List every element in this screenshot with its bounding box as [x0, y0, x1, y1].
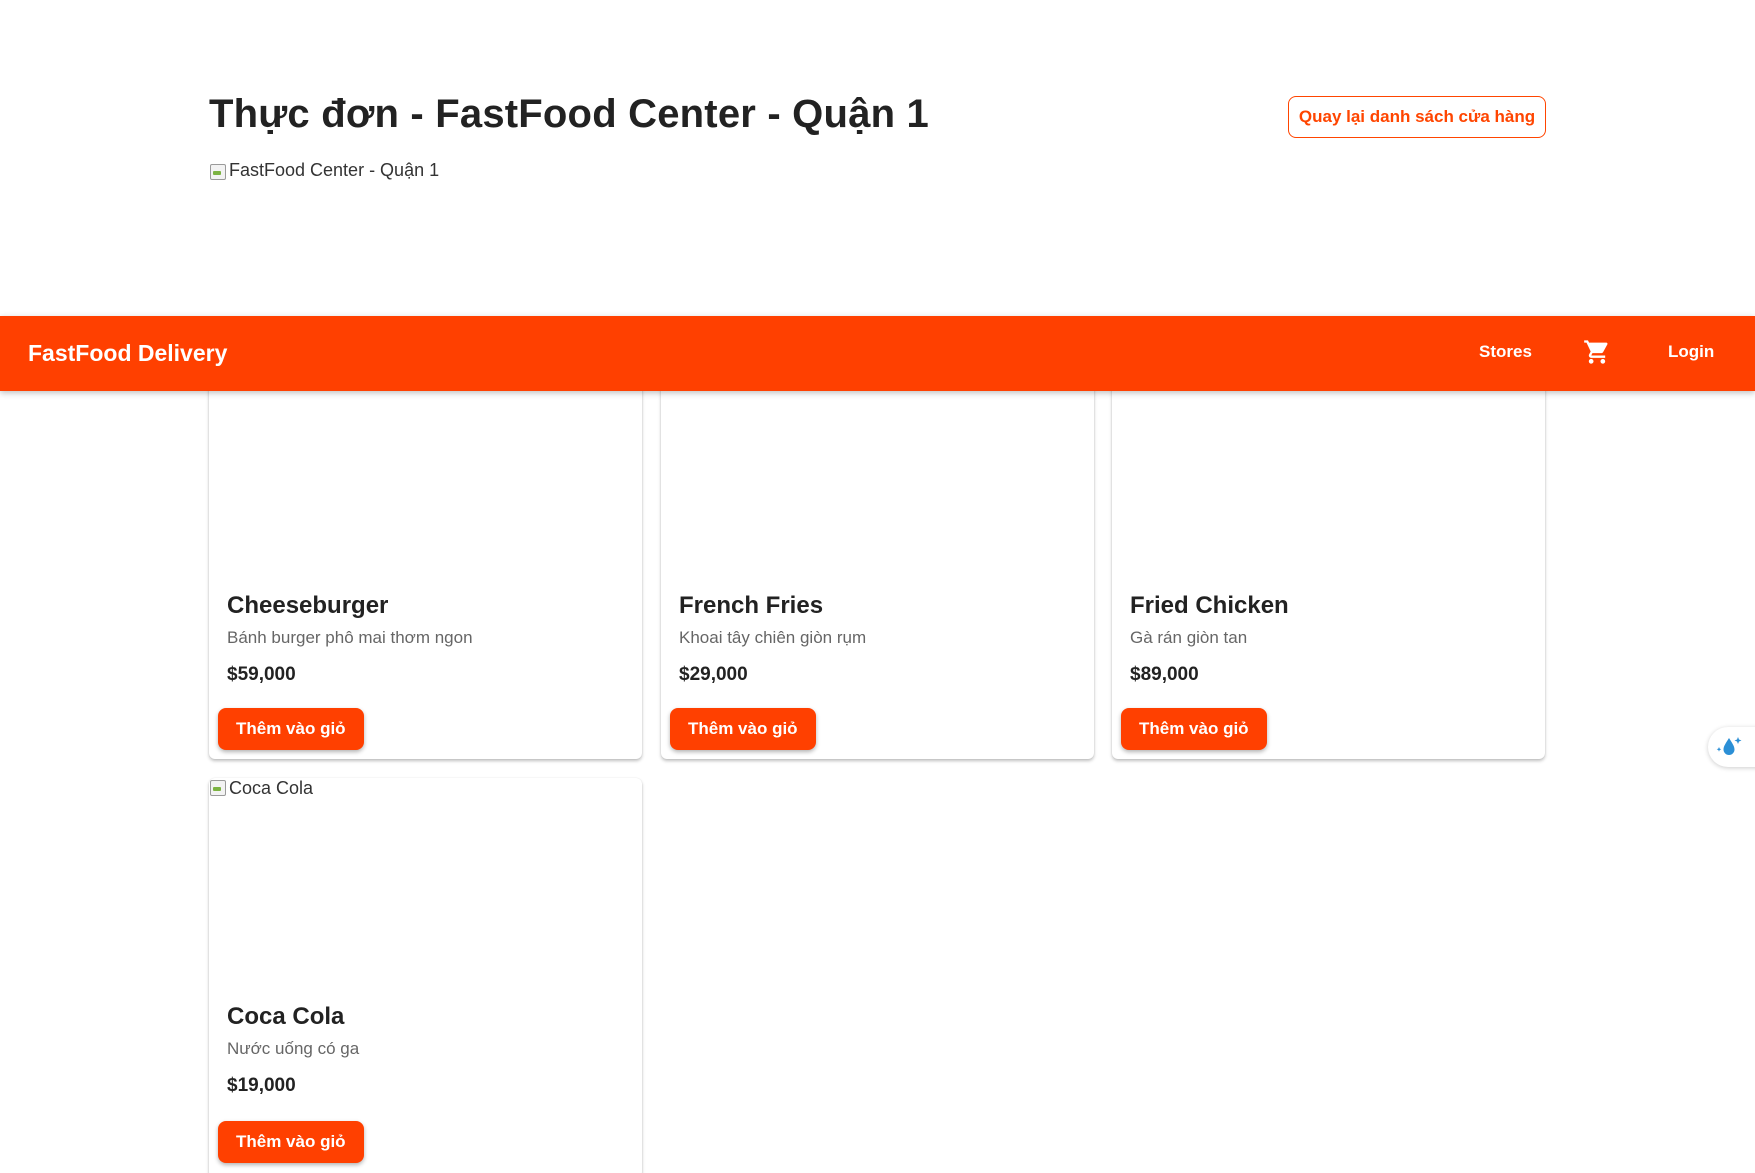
menu-item-body: Cheeseburger Bánh burger phô mai thơm ng…	[227, 572, 624, 686]
menu-item-card: Fried Chicken Gà rán giòn tan $89,000 Th…	[1112, 350, 1545, 759]
menu-item-image-alt-text: Coca Cola	[229, 778, 314, 798]
menu-item-name: Coca Cola	[227, 1003, 345, 1030]
water-drop-sparkle-icon	[1716, 737, 1742, 755]
menu-item-price: $29,000	[679, 664, 748, 685]
add-to-cart-button[interactable]: Thêm vào giỏ	[1121, 708, 1267, 750]
menu-item-image: Coca Cola	[209, 778, 642, 978]
menu-item-card: Coca Cola Coca Cola Nước uống có ga $19,…	[209, 778, 642, 1173]
menu-item-description: Nước uống có ga	[227, 1039, 360, 1058]
menu-item-card: Cheeseburger Bánh burger phô mai thơm ng…	[209, 350, 642, 759]
broken-image-icon	[209, 778, 227, 796]
menu-item-price: $59,000	[227, 664, 296, 685]
nav-stores-link[interactable]: Stores	[1479, 342, 1532, 362]
floating-helper-widget[interactable]	[1708, 727, 1755, 767]
menu-item-price: $19,000	[227, 1075, 296, 1096]
menu-item-price: $89,000	[1130, 664, 1199, 685]
page-title: Thực đơn - FastFood Center - Quận 1	[209, 92, 929, 136]
menu-item-body: French Fries Khoai tây chiên giòn rụm $2…	[679, 572, 1076, 686]
back-to-stores-button[interactable]: Quay lại danh sách cửa hàng	[1288, 96, 1546, 138]
menu-item-body: Coca Cola Nước uống có ga $19,000	[227, 983, 624, 1097]
menu-item-name: Cheeseburger	[227, 592, 389, 619]
nav-login-link[interactable]: Login	[1668, 342, 1714, 362]
menu-item-description: Khoai tây chiên giòn rụm	[679, 628, 867, 647]
page: Thực đơn - FastFood Center - Quận 1 Quay…	[0, 0, 1755, 1173]
menu-item-name: Fried Chicken	[1130, 592, 1289, 619]
menu-item-description: Bánh burger phô mai thơm ngon	[227, 628, 473, 647]
menu-item-card: French Fries Khoai tây chiên giòn rụm $2…	[661, 350, 1094, 759]
add-to-cart-button[interactable]: Thêm vào giỏ	[218, 708, 364, 750]
store-image: FastFood Center - Quận 1	[209, 160, 439, 181]
add-to-cart-button[interactable]: Thêm vào giỏ	[218, 1121, 364, 1163]
brand-logo-text[interactable]: FastFood Delivery	[28, 340, 227, 367]
menu-item-description: Gà rán giòn tan	[1130, 628, 1248, 647]
menu-item-name: French Fries	[679, 592, 824, 619]
shopping-cart-icon[interactable]	[1583, 338, 1611, 366]
broken-image-icon	[209, 162, 227, 180]
navbar: FastFood Delivery Stores Login	[0, 316, 1755, 391]
menu-item-body: Fried Chicken Gà rán giòn tan $89,000	[1130, 572, 1527, 686]
store-image-alt-text: FastFood Center - Quận 1	[229, 160, 440, 180]
add-to-cart-button[interactable]: Thêm vào giỏ	[670, 708, 816, 750]
